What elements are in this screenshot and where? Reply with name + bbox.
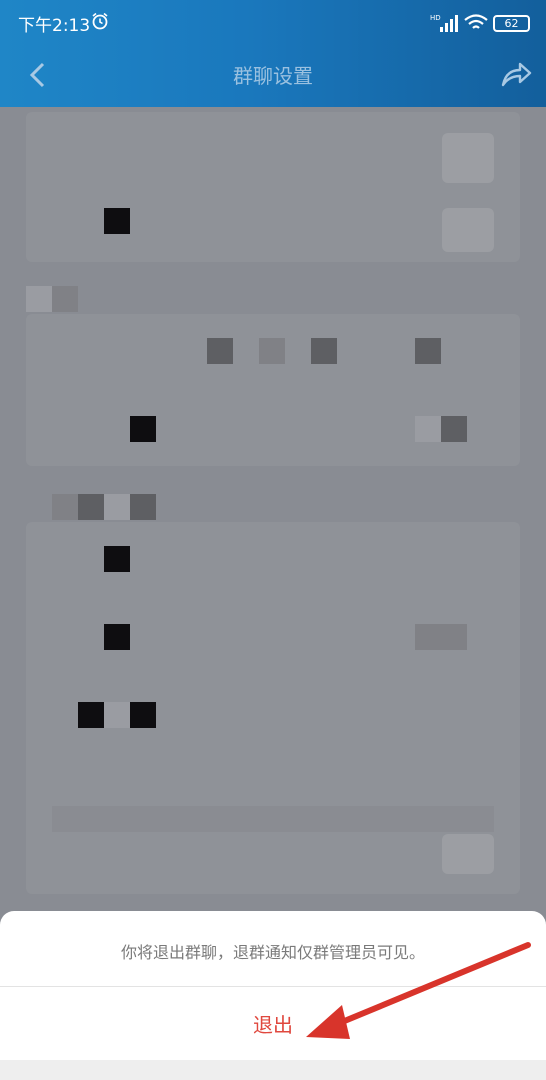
redacted-block xyxy=(415,338,441,364)
wifi-icon xyxy=(464,14,488,29)
member-avatar xyxy=(442,834,494,874)
status-bar: 下午2:13 HD 62 xyxy=(0,0,546,46)
redacted-block xyxy=(104,494,130,520)
redacted-row xyxy=(52,806,494,832)
redacted-block xyxy=(415,624,441,650)
signal-icon: HD xyxy=(430,14,458,32)
network-type-label: HD xyxy=(430,14,441,22)
redacted-block xyxy=(104,702,130,728)
redacted-block xyxy=(78,702,104,728)
alarm-icon xyxy=(92,12,108,30)
header: 群聊设置 xyxy=(0,46,546,107)
redacted-block xyxy=(78,494,104,520)
member-avatar xyxy=(442,133,494,183)
redacted-block xyxy=(130,416,156,442)
redacted-block xyxy=(311,338,337,364)
redacted-block xyxy=(130,702,156,728)
settings-card xyxy=(26,314,520,466)
redacted-block xyxy=(52,494,78,520)
exit-confirm-sheet: 你将退出群聊，退群通知仅群管理员可见。 退出 xyxy=(0,911,546,1080)
member-avatar xyxy=(442,208,494,252)
redacted-block xyxy=(441,624,467,650)
page-title: 群聊设置 xyxy=(233,64,313,88)
redacted-block xyxy=(104,624,130,650)
redacted-block xyxy=(104,208,130,234)
redacted-block xyxy=(26,286,52,312)
exit-notice-text: 你将退出群聊，退群通知仅群管理员可见。 xyxy=(120,943,425,962)
redacted-block xyxy=(259,338,285,364)
redacted-block xyxy=(52,286,78,312)
redacted-block xyxy=(130,494,156,520)
sheet-gap xyxy=(0,1060,546,1080)
redacted-block xyxy=(415,416,441,442)
redacted-block xyxy=(441,416,467,442)
options-card xyxy=(26,522,520,894)
group-info-card xyxy=(26,112,520,262)
redacted-block xyxy=(104,546,130,572)
battery-icon: 62 xyxy=(493,15,530,32)
exit-button[interactable]: 退出 xyxy=(0,987,546,1060)
status-time: 下午2:13 xyxy=(18,16,91,36)
share-icon[interactable] xyxy=(500,60,532,88)
top-bar: 下午2:13 HD 62 群聊设置 xyxy=(0,0,546,107)
redacted-block xyxy=(207,338,233,364)
